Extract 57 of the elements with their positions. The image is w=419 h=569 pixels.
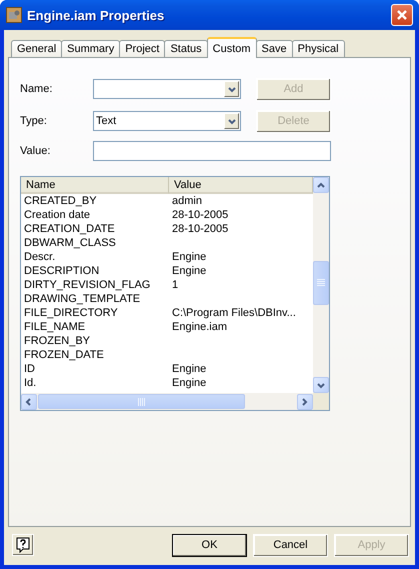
- table-cell-text: Engine: [171, 251, 208, 263]
- table-cell-text: FROZEN_BY: [23, 335, 92, 347]
- table-cell-text: 28-10-2005: [171, 223, 230, 235]
- table-cell-text: Engine: [171, 265, 208, 277]
- field-label: Value:: [20, 145, 52, 157]
- scroll-thumb[interactable]: [313, 261, 329, 305]
- close-button[interactable]: [391, 4, 413, 26]
- scroll-up-icon: [316, 180, 326, 190]
- scroll-right-icon: [300, 397, 310, 406]
- help-button[interactable]: [12, 534, 34, 556]
- table-cell-text: DBWARM_CLASS: [23, 237, 117, 249]
- vertical-scrollbar[interactable]: [313, 177, 329, 393]
- tab[interactable]: General: [11, 40, 62, 58]
- table-cell-text: C:\Program Files\DBInv...: [171, 307, 297, 319]
- grip-icon: [317, 279, 325, 287]
- table-cell-text: FROZEN_DATE: [23, 349, 105, 361]
- table-cell-text: FILE_DIRECTORY: [23, 307, 119, 319]
- table-cell-text: 1: [171, 279, 180, 291]
- table-cell-text: Engine: [171, 377, 208, 389]
- table-cell-text: CREATION_DATE: [23, 223, 116, 235]
- horizontal-scrollbar[interactable]: [21, 393, 313, 410]
- tab[interactable]: Physical: [292, 40, 345, 58]
- field-label: Type:: [20, 115, 48, 127]
- value-field[interactable]: [93, 141, 331, 161]
- type-dropdown[interactable]: Text: [93, 111, 241, 131]
- table-cell-text: Descr.: [23, 251, 56, 263]
- table-cell-text: 28-10-2005: [171, 209, 230, 221]
- column-header[interactable]: Value: [169, 177, 313, 194]
- table-cell-text: Id.: [23, 377, 38, 389]
- scroll-thumb[interactable]: [38, 394, 245, 409]
- table-cell-text: Engine.iam: [171, 321, 228, 333]
- window-title: Engine.iam Properties: [27, 8, 166, 22]
- table-cell-text: ID: [23, 363, 36, 375]
- column-header[interactable]: Name: [21, 177, 169, 194]
- tab[interactable]: Save: [256, 40, 293, 58]
- tab[interactable]: Project: [119, 40, 166, 58]
- dialog-button[interactable]: OK: [172, 534, 247, 556]
- table-cell-text: FILE_NAME: [23, 321, 86, 333]
- table-cell-text: DESCRIPTION: [23, 265, 100, 277]
- table-cell-text: DRAWING_TEMPLATE: [23, 293, 142, 305]
- table-cell-text: CREATED_BY: [23, 195, 98, 207]
- engine-icon: [6, 7, 22, 23]
- close-icon: [396, 9, 408, 21]
- table-cell-text: admin: [171, 195, 203, 207]
- field-label: Name:: [20, 83, 54, 95]
- name-dropdown[interactable]: [93, 79, 241, 99]
- grip-icon: [138, 398, 146, 406]
- tab[interactable]: Status: [164, 40, 208, 58]
- tab[interactable]: Summary: [61, 40, 120, 58]
- scroll-down-icon: [316, 380, 326, 390]
- table-cell-text: DIRTY_REVISION_FLAG: [23, 279, 152, 291]
- scrollbar-corner: [313, 393, 329, 410]
- tab[interactable]: Custom: [206, 37, 257, 58]
- table-cell-text: Engine: [171, 363, 208, 375]
- dialog-button[interactable]: Cancel: [253, 534, 328, 556]
- table-cell-text: Creation date: [23, 209, 92, 221]
- help-icon: [16, 537, 30, 553]
